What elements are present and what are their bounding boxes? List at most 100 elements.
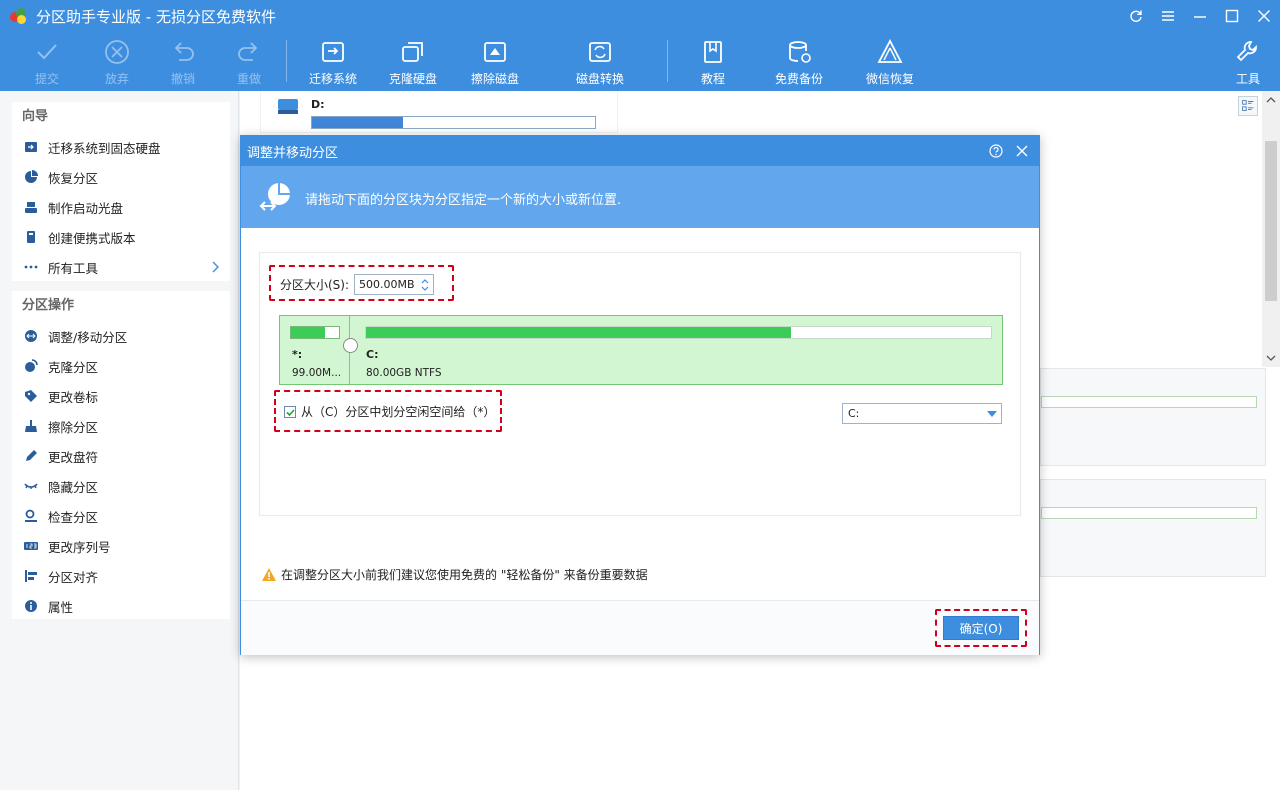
pencil-icon	[26, 450, 37, 461]
refresh-icon[interactable]	[1120, 0, 1152, 32]
window-title: 分区助手专业版 - 无损分区免费软件	[36, 7, 276, 26]
tag-icon	[25, 390, 37, 402]
sidebar-item-align-partition[interactable]: 分区对齐	[12, 561, 230, 591]
magnifier-icon	[25, 509, 37, 522]
sidebar-item-clone-partition[interactable]: 克隆分区	[12, 351, 230, 381]
new-partition-size: 99.00M...	[292, 367, 342, 379]
align-icon	[25, 570, 37, 582]
resize-partition-icon	[25, 330, 37, 342]
resize-move-icon	[259, 183, 290, 211]
serial-number-icon	[24, 542, 38, 550]
partition-resize-handle[interactable]	[343, 338, 358, 353]
wrench-icon	[1236, 41, 1257, 62]
c-partition-size: 80.00GB NTFS	[366, 367, 442, 379]
triangle-logo-icon	[877, 39, 903, 63]
undo-icon	[174, 42, 194, 61]
spinner-arrows-icon[interactable]	[420, 277, 430, 293]
tutorial-button[interactable]: 教程	[678, 38, 748, 87]
disk-d-usage-fill	[312, 117, 403, 128]
source-partition-select[interactable]: C:	[842, 403, 1002, 424]
sidebar-item-hide-partition[interactable]: 隐藏分区	[12, 471, 230, 501]
sidebar-item-change-label[interactable]: 更改卷标	[12, 381, 230, 411]
disk-d-card[interactable]: D:	[260, 91, 618, 133]
help-icon[interactable]	[989, 144, 1003, 158]
broom-icon	[25, 420, 37, 432]
new-partition-block[interactable]: *: 99.00M...	[280, 316, 350, 384]
partition-size-input[interactable]: 500.00MB	[354, 274, 435, 295]
partition-size-row: 分区大小(S): 500.00MB	[280, 274, 435, 295]
sidebar-item-change-serial[interactable]: 更改序列号	[12, 531, 230, 561]
menu-icon[interactable]	[1152, 0, 1184, 32]
background-disk-row	[1040, 479, 1266, 577]
dialog-body: 分区大小(S): 500.00MB *: 99.00M... C: 80.00G…	[259, 252, 1021, 516]
sidebar-item-all-tools[interactable]: 所有工具	[12, 252, 230, 282]
c-partition-usage-fill	[366, 327, 791, 338]
dialog-banner: 请拖动下面的分区块为分区指定一个新的大小或新位置.	[241, 166, 1039, 228]
sidebar-item-recover-partition[interactable]: 恢复分区	[12, 162, 230, 192]
resize-move-dialog: 调整并移动分区 请拖动下面的分区块为分区指定一个新的大小或新位置. 分区大小(S…	[240, 135, 1040, 655]
submit-button[interactable]: 提交	[12, 38, 82, 87]
ok-button[interactable]: 确定(O)	[943, 616, 1019, 640]
eraser-disk-icon	[484, 42, 506, 62]
discard-button[interactable]: 放弃	[82, 38, 152, 87]
sidebar-item-check-partition[interactable]: 检查分区	[12, 501, 230, 531]
boot-disc-icon	[25, 202, 37, 213]
toolbar: 提交 放弃 撤销 重做 迁移系统 克隆硬盘 擦除磁盘 磁盘转换 教程 免费备份 …	[0, 32, 1280, 91]
scroll-down-icon[interactable]	[1266, 353, 1276, 363]
clone-partition-icon	[25, 359, 38, 372]
clone-disk-button[interactable]: 克隆硬盘	[378, 38, 448, 87]
info-icon	[25, 600, 37, 612]
sidebar-item-resize-move[interactable]: 调整/移动分区	[12, 321, 230, 351]
usb-drive-icon	[27, 231, 35, 243]
c-partition-label: C:	[366, 348, 379, 361]
view-toggle-button[interactable]	[1238, 96, 1258, 116]
c-partition-usage-bar	[365, 326, 992, 339]
partition-ops-heading: 分区操作	[22, 298, 75, 313]
sidebar-item-portable[interactable]: 创建便携式版本	[12, 222, 230, 252]
wechat-recovery-button[interactable]: 微信恢复	[855, 38, 925, 87]
dialog-title: 调整并移动分区	[247, 145, 339, 161]
sidebar-item-boot-disc[interactable]: 制作启动光盘	[12, 192, 230, 222]
undo-button[interactable]: 撤销	[148, 38, 218, 87]
new-partition-usage-bar	[290, 326, 340, 339]
convert-disk-icon	[589, 42, 611, 62]
allocate-space-checkbox[interactable]	[284, 405, 296, 418]
banner-instructions: 请拖动下面的分区块为分区指定一个新的大小或新位置.	[305, 193, 622, 208]
warning-text: 在调整分区大小前我们建议您使用免费的 "轻松备份" 来备份重要数据	[281, 568, 648, 582]
dialog-close-icon[interactable]	[1015, 144, 1029, 158]
redo-icon	[238, 42, 258, 61]
new-partition-label: *:	[292, 348, 303, 361]
sidebar-item-migrate-ssd[interactable]: 迁移系统到固态硬盘	[12, 132, 230, 162]
backup-warning: 在调整分区大小前我们建议您使用免费的 "轻松备份" 来备份重要数据	[261, 566, 648, 583]
more-dots-icon	[24, 265, 38, 269]
disk-convert-button[interactable]: 磁盘转换	[565, 38, 635, 87]
warning-icon	[262, 568, 276, 581]
cancel-circle-icon	[105, 40, 129, 64]
database-backup-icon	[789, 41, 811, 63]
close-icon[interactable]	[1248, 0, 1280, 32]
free-backup-button[interactable]: 免费备份	[764, 38, 834, 87]
dialog-title-bar: 调整并移动分区	[241, 136, 1039, 166]
migrate-os-button[interactable]: 迁移系统	[298, 38, 368, 87]
scroll-up-icon[interactable]	[1266, 95, 1276, 105]
allocate-space-label: 从（C）分区中划分空闲空间给（*）	[301, 405, 496, 419]
minimize-icon[interactable]	[1184, 0, 1216, 32]
disk-d-usage-bar	[311, 116, 596, 129]
title-bar: 分区助手专业版 - 无损分区免费软件	[0, 0, 1280, 32]
background-usage-bar	[1041, 396, 1257, 408]
scrollbar-thumb[interactable]	[1265, 141, 1277, 301]
wizard-panel: 向导 迁移系统到固态硬盘 恢复分区 制作启动光盘 创建便携式版本 所有工具	[12, 102, 230, 281]
sidebar-item-properties[interactable]: 属性	[12, 591, 230, 621]
vertical-scrollbar[interactable]	[1262, 91, 1280, 367]
tools-button[interactable]: 工具	[1213, 38, 1280, 87]
background-usage-bar	[1041, 507, 1257, 519]
maximize-icon[interactable]	[1216, 0, 1248, 32]
partition-layout: *: 99.00M... C: 80.00GB NTFS	[279, 315, 1003, 385]
redo-button[interactable]: 重做	[214, 38, 284, 87]
sidebar-item-wipe-partition[interactable]: 擦除分区	[12, 411, 230, 441]
book-icon	[704, 41, 722, 63]
migrate-disk-icon	[25, 142, 37, 152]
sidebar-item-change-letter[interactable]: 更改盘符	[12, 441, 230, 471]
dialog-footer: 确定(O)	[241, 601, 1039, 655]
wipe-disk-button[interactable]: 擦除磁盘	[460, 38, 530, 87]
